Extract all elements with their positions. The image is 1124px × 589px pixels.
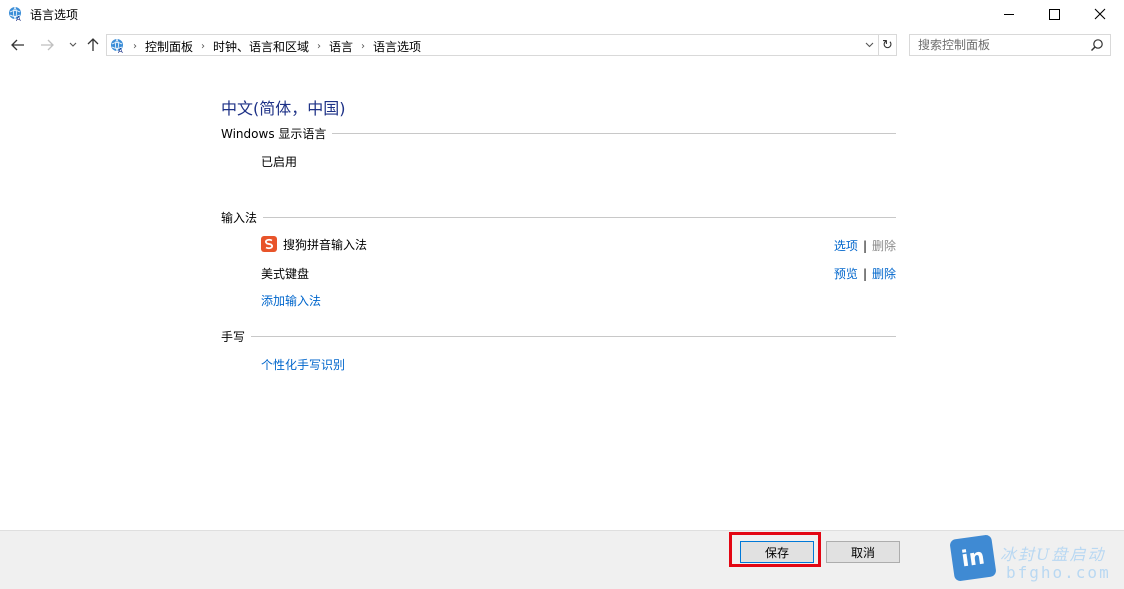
navigation-bar: A › 控制面板 › 时钟、语言和区域 › 语言 › 语言选项 ↻ [0,30,1124,60]
cancel-button[interactable]: 取消 [826,541,900,563]
preview-link[interactable]: 预览 [834,267,858,281]
separator: | [862,239,867,253]
search-icon[interactable] [1090,38,1104,52]
svg-text:A: A [16,15,21,22]
arrow-right-icon [41,39,54,51]
language-title: 中文(简体，中国) [221,99,346,118]
breadcrumb-control-panel[interactable]: 控制面板 [145,38,193,55]
remove-link[interactable]: 删除 [872,267,896,281]
arrow-up-icon [87,38,99,51]
minimize-icon [1004,13,1014,15]
search-input[interactable] [918,37,1083,53]
minimize-button[interactable] [986,0,1032,28]
breadcrumb-separator-icon[interactable]: › [201,41,205,52]
breadcrumb-separator-icon[interactable]: › [361,41,365,52]
window-title: 语言选项 [30,8,79,22]
forward-button[interactable] [37,36,57,54]
breadcrumb-separator-icon[interactable]: › [317,41,321,52]
maximize-icon [1048,8,1060,20]
chevron-down-icon [865,42,873,48]
input-method-row: 搜狗拼音输入法 [261,236,367,253]
input-method-name: 搜狗拼音输入法 [283,238,368,252]
address-bar[interactable]: A › 控制面板 › 时钟、语言和区域 › 语言 › 语言选项 [106,34,879,56]
breadcrumb-clock-language-region[interactable]: 时钟、语言和区域 [213,38,309,55]
close-icon [1094,8,1106,20]
input-method-section-header: 输入法 [221,209,896,225]
maximize-button[interactable] [1031,0,1077,28]
language-options-icon: A [9,6,21,22]
chevron-down-icon [69,42,77,47]
title-bar: A 语言选项 [0,0,1124,28]
refresh-icon: ↻ [882,37,893,53]
sogou-icon [261,236,277,252]
divider [251,335,896,337]
divider [332,132,896,134]
svg-text:A: A [118,47,123,54]
watermark: in 冰封U盘启动 bfgho.com [949,534,1122,587]
arrow-left-icon [11,39,24,51]
handwriting-section-header: 手写 [221,328,896,344]
watermark-logo-icon: in [949,534,997,582]
breadcrumb-separator-icon[interactable]: › [133,41,137,52]
section-heading: 输入法 [221,210,258,225]
divider [263,216,896,218]
address-dropdown-button[interactable] [862,37,876,53]
personalize-handwriting-link[interactable]: 个性化手写识别 [261,356,345,373]
section-heading: 手写 [221,329,246,344]
search-box[interactable] [909,34,1111,56]
language-options-icon: A [111,38,123,54]
display-language-status: 已启用 [261,155,298,169]
section-heading: Windows 显示语言 [221,126,327,141]
up-button[interactable] [83,36,103,54]
add-input-method-link[interactable]: 添加输入法 [261,292,321,309]
input-method-actions: 预览 | 删除 [834,265,896,282]
save-button[interactable]: 保存 [740,541,814,563]
refresh-button[interactable]: ↻ [879,34,897,56]
breadcrumb-language[interactable]: 语言 [329,38,353,55]
breadcrumb: › 控制面板 › 时钟、语言和区域 › 语言 › 语言选项 [133,38,421,55]
footer-bar: 保存 取消 in 冰封U盘启动 bfgho.com [0,530,1124,589]
separator: | [862,267,867,281]
recent-locations-button[interactable] [63,36,83,54]
display-language-section-header: Windows 显示语言 [221,125,896,141]
watermark-text: 冰封U盘启动 [1000,545,1106,564]
watermark-url: bfgho.com [1006,563,1111,582]
breadcrumb-language-options[interactable]: 语言选项 [373,38,421,55]
back-button[interactable] [8,36,28,54]
input-method-name: 美式键盘 [261,267,310,281]
close-button[interactable] [1077,0,1123,28]
options-link[interactable]: 选项 [834,239,858,253]
remove-link: 删除 [871,239,896,253]
input-method-actions: 选项 | 删除 [834,237,896,254]
